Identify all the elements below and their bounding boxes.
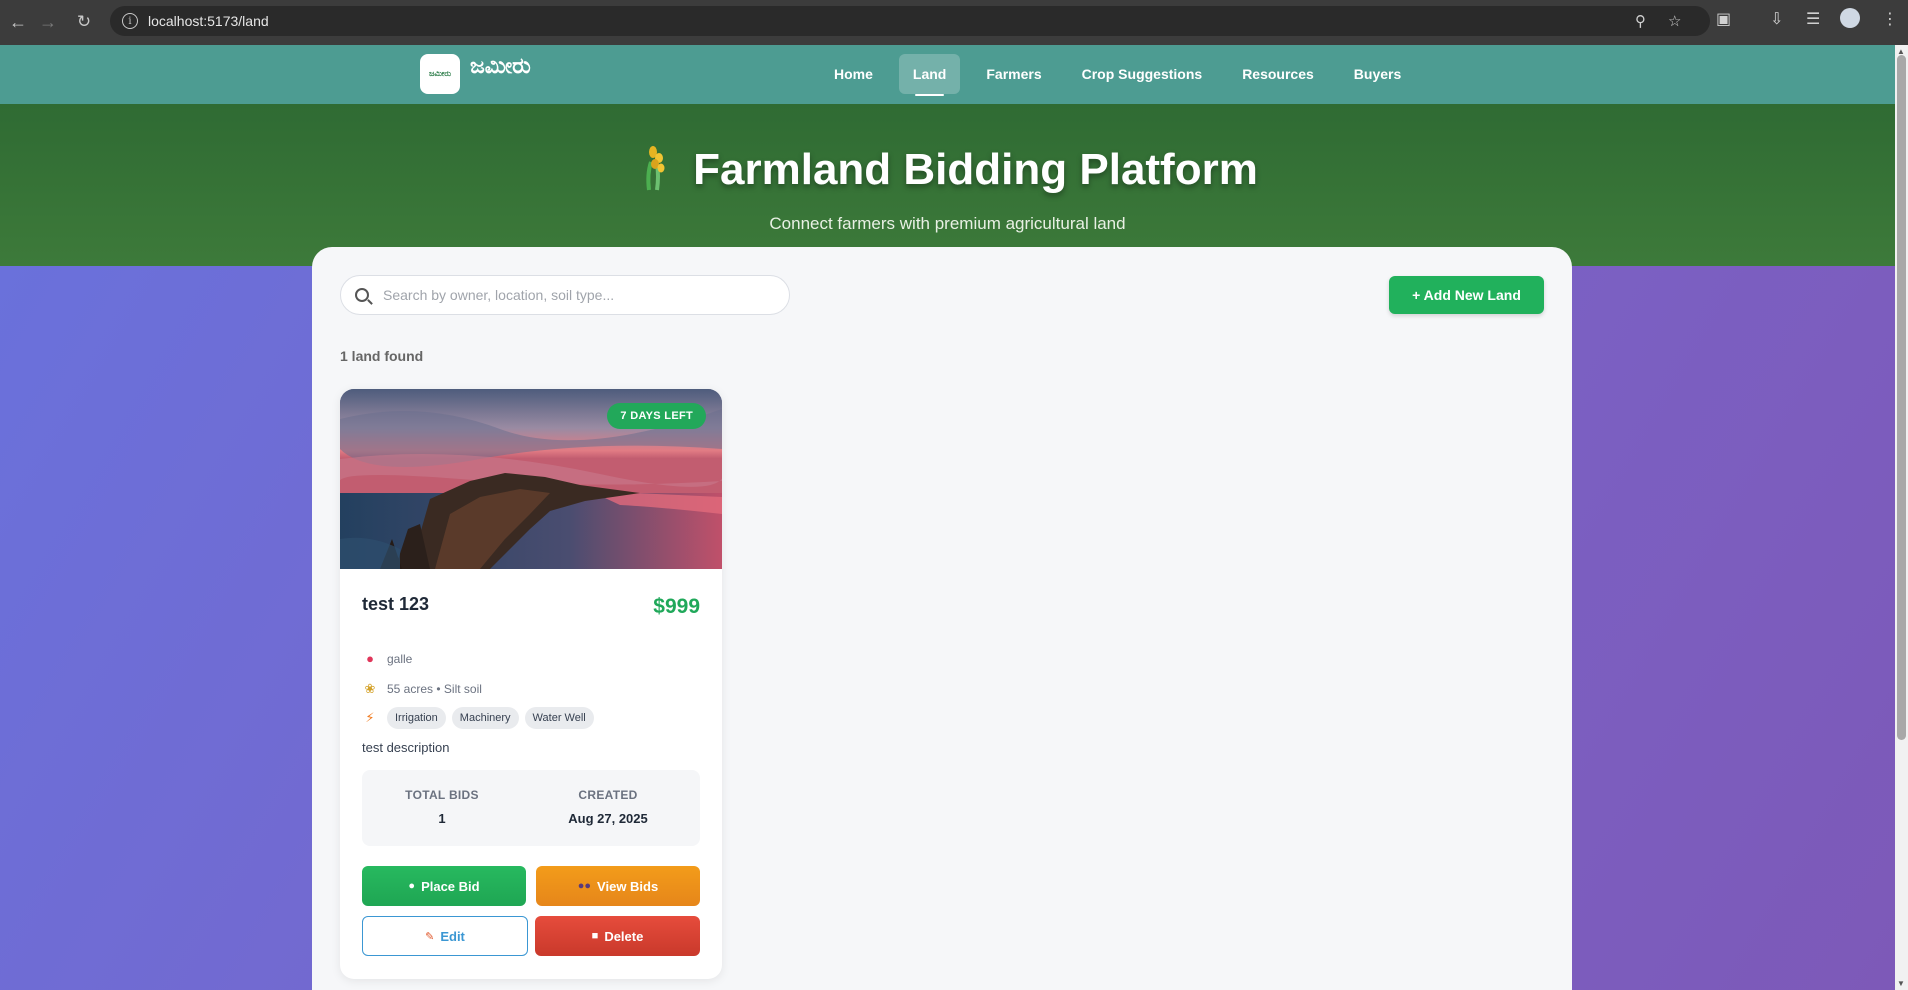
zoom-icon[interactable]: ⚲ [1635,12,1646,30]
delete-label: Delete [604,928,644,944]
place-bid-label: Place Bid [421,878,480,894]
page-title: Farmland Bidding Platform [0,144,1895,195]
nav-link-farmers[interactable]: Farmers [972,54,1055,94]
nav-link-crop-suggestions[interactable]: Crop Suggestions [1068,54,1217,94]
logo-text[interactable]: ಜಮೀರು [470,55,531,77]
bookmark-star-icon[interactable]: ☆ [1668,12,1681,30]
location-row: ● galle [362,651,412,666]
url-text: localhost:5173/land [148,13,269,29]
feature-tag: Machinery [451,707,519,729]
land-price: $999 [653,595,700,618]
hero-banner: Farmland Bidding Platform Connect farmer… [0,104,1895,266]
size-soil-row: ❀ 55 acres • Silt soil [362,681,482,697]
address-bar[interactable]: i localhost:5173/land ⚲ ☆ [110,6,1710,36]
delete-button[interactable]: ■ Delete [535,916,700,956]
created-stat: CREATED Aug 27, 2025 [528,788,688,826]
search-icon [355,288,369,302]
total-bids-label: TOTAL BIDS [405,788,479,802]
lightning-icon: ⚡ [365,710,375,725]
place-bid-button[interactable]: ● Place Bid [362,866,526,906]
search-input[interactable] [383,287,763,303]
location-pin-icon: ● [366,651,374,666]
nav-link-home[interactable]: Home [820,54,887,94]
nav-links: Home Land Farmers Crop Suggestions Resou… [820,54,1415,96]
browser-toolbar: ← → ↻ i localhost:5173/land ⚲ ☆ ▣ ⇩ ☰ ⋮ [0,0,1908,45]
location-text: galle [387,651,413,666]
reload-icon[interactable]: ↻ [66,4,102,40]
profile-avatar[interactable] [1840,8,1860,28]
view-bids-button[interactable]: ●● View Bids [536,866,700,906]
feature-tag: Water Well [524,707,594,729]
plant-icon: ❀ [364,681,376,696]
add-new-land-button[interactable]: + Add New Land [1389,276,1544,314]
land-description: test description [362,740,450,755]
view-bids-label: View Bids [597,878,659,894]
created-label: CREATED [578,788,638,802]
forward-icon[interactable]: → [30,4,66,40]
features-row: ⚡ Irrigation Machinery Water Well [362,707,600,729]
results-count: 1 land found [340,348,424,364]
download-icon[interactable]: ⇩ [1770,9,1783,29]
nav-link-buyers[interactable]: Buyers [1340,54,1415,94]
days-left-badge: 7 DAYS LEFT [607,403,706,429]
edit-label: Edit [440,928,465,944]
media-icon[interactable]: ☰ [1806,9,1820,29]
trash-icon: ■ [591,930,599,942]
scroll-thumb[interactable] [1897,55,1906,740]
page-scrollbar[interactable]: ▲ ▼ [1895,45,1908,990]
extensions-icon[interactable]: ▣ [1716,9,1731,29]
menu-kebab-icon[interactable]: ⋮ [1882,9,1898,29]
total-bids-value: 1 [438,811,446,826]
site-navbar: ಜಮೀರು ಜಮೀರು Home Land Farmers Crop Sugge… [0,45,1895,104]
pencil-icon: ✎ [425,930,435,943]
nav-link-resources[interactable]: Resources [1228,54,1328,94]
wheat-icon [637,144,673,192]
feature-tag: Irrigation [387,707,446,729]
hero-subtitle: Connect farmers with premium agricultura… [769,214,1126,233]
logo-icon[interactable]: ಜಮೀರು [420,54,460,94]
total-bids-stat: TOTAL BIDS 1 [362,788,522,826]
scroll-down-icon[interactable]: ▼ [1897,979,1905,988]
size-soil-text: 55 acres • Silt soil [387,682,482,696]
edit-button[interactable]: ✎ Edit [362,916,528,956]
created-value: Aug 27, 2025 [568,811,648,826]
money-bag-icon: ● [408,880,416,892]
hero-title-text: Farmland Bidding Platform [693,145,1258,194]
stats-box: TOTAL BIDS 1 CREATED Aug 27, 2025 [362,770,700,846]
nav-link-land[interactable]: Land [898,54,961,96]
land-card: 7 DAYS LEFT test 123 $999 ● galle ❀ 55 a… [340,389,722,979]
search-box[interactable] [340,275,790,315]
site-info-icon[interactable]: i [122,13,138,29]
land-title: test 123 [362,594,430,614]
land-image: 7 DAYS LEFT [340,389,722,569]
main-panel: + Add New Land 1 land found [312,247,1572,990]
logo-small-text: ಜಮೀರು [428,69,452,78]
users-icon: ●● [577,880,592,892]
